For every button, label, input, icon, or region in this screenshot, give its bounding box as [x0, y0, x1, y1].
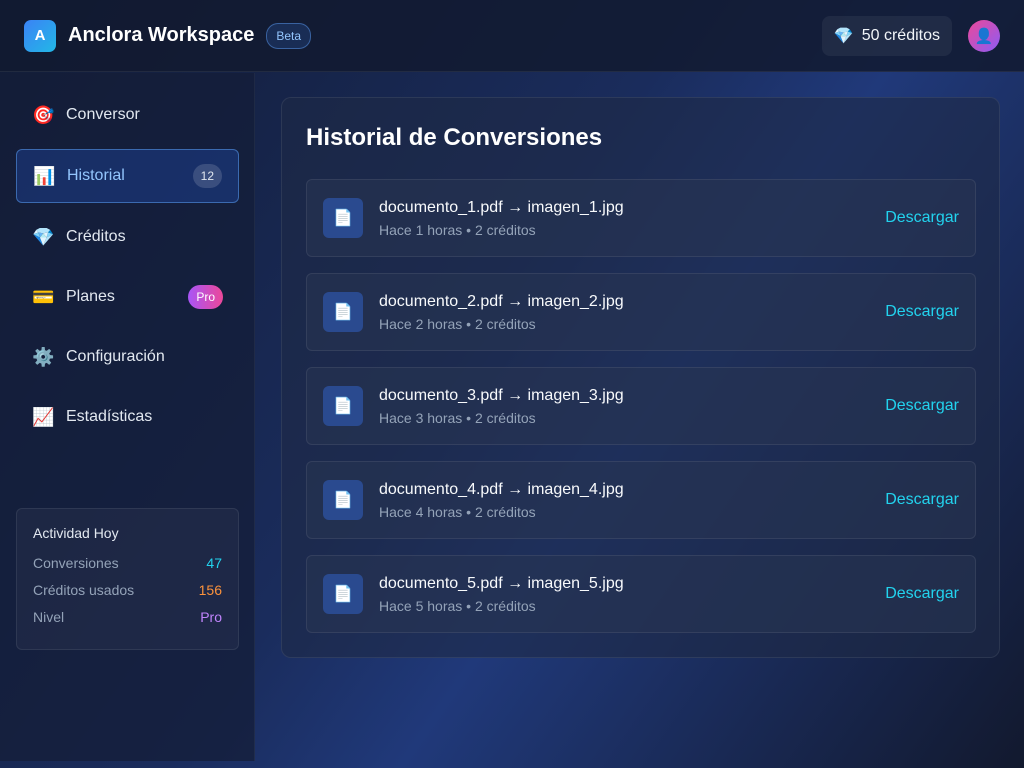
gear-icon: ⚙️: [32, 346, 55, 367]
top-header: A Anclora Workspace Beta 💎 50 créditos 👤: [0, 0, 1024, 72]
user-avatar-icon[interactable]: 👤: [968, 19, 1000, 52]
conversion-info: documento_4.pdf → imagen_4.jpg Hace 4 ho…: [379, 481, 885, 520]
brand: A Anclora Workspace Beta: [24, 19, 312, 52]
conversion-meta: Hace 5 horas • 2 créditos: [379, 597, 536, 614]
sidebar-item-creditos[interactable]: 💎 Créditos: [16, 210, 239, 264]
stat-label: Conversiones: [33, 555, 119, 571]
conversion-meta: Hace 2 horas • 2 créditos: [379, 315, 536, 332]
conversion-name: documento_3.pdf → imagen_3.jpg: [379, 386, 624, 404]
conversion-meta: Hace 4 horas • 2 créditos: [379, 503, 536, 520]
gem-icon: 💎: [833, 27, 854, 45]
sidebar-item-label: Configuración: [66, 348, 165, 365]
sidebar-item-planes[interactable]: 💳 Planes Pro: [16, 270, 239, 324]
stat-row-credits-used: Créditos usados 156: [33, 582, 222, 598]
credits-balance-button[interactable]: 💎 50 créditos: [821, 15, 952, 56]
download-button[interactable]: Descargar: [885, 397, 959, 415]
conversion-info: documento_2.pdf → imagen_2.jpg Hace 2 ho…: [379, 293, 885, 332]
trending-up-icon: 📈: [32, 406, 55, 427]
stat-value: 47: [206, 555, 222, 571]
download-button[interactable]: Descargar: [885, 303, 959, 321]
sidebar-item-label: Historial: [67, 167, 125, 184]
stat-row-conversions: Conversiones 47: [33, 555, 222, 571]
conversion-meta: Hace 3 horas • 2 créditos: [379, 409, 536, 426]
gem-icon: 💎: [32, 226, 55, 247]
stat-value: 156: [198, 582, 222, 598]
document-icon: 📄: [323, 386, 363, 426]
document-icon: 📄: [323, 574, 363, 614]
download-button[interactable]: Descargar: [885, 491, 959, 509]
stat-value: Pro: [200, 609, 222, 625]
pro-badge: Pro: [188, 285, 223, 309]
stat-label: Nivel: [33, 609, 65, 625]
download-button[interactable]: Descargar: [885, 209, 959, 227]
target-icon: 🎯: [32, 104, 55, 125]
sidebar-item-configuracion[interactable]: ⚙️ Configuración: [16, 330, 239, 384]
sidebar-item-label: Estadísticas: [66, 408, 153, 425]
sidebar-item-label: Planes: [66, 288, 115, 305]
sidebar: 🎯 Conversor 📊 Historial 12 💎 Créditos 💳 …: [0, 73, 255, 761]
app-logo[interactable]: A: [24, 19, 56, 52]
conversion-name: documento_4.pdf → imagen_4.jpg: [379, 480, 624, 498]
bar-chart-icon: 📊: [33, 165, 56, 186]
stat-label: Créditos usados: [33, 582, 135, 598]
conversion-meta: Hace 1 horas • 2 créditos: [379, 221, 536, 238]
document-icon: 📄: [323, 292, 363, 332]
conversion-row: 📄 documento_2.pdf → imagen_2.jpg Hace 2 …: [306, 273, 976, 351]
conversion-info: documento_3.pdf → imagen_3.jpg Hace 3 ho…: [379, 387, 885, 426]
history-count-badge: 12: [192, 164, 222, 188]
conversion-row: 📄 documento_3.pdf → imagen_3.jpg Hace 3 …: [306, 367, 976, 445]
download-button[interactable]: Descargar: [885, 585, 959, 603]
page-title: Historial de Conversiones: [306, 124, 603, 151]
app-title: Anclora Workspace: [68, 24, 255, 46]
sidebar-item-conversor[interactable]: 🎯 Conversor: [16, 88, 239, 142]
beta-badge: Beta: [266, 22, 312, 49]
history-panel: Historial de Conversiones 📄 documento_1.…: [281, 97, 1000, 658]
credit-card-icon: 💳: [32, 286, 55, 307]
document-icon: 📄: [323, 198, 363, 238]
activity-title: Actividad Hoy: [33, 525, 119, 541]
header-actions: 💎 50 créditos 👤: [821, 15, 1000, 56]
sidebar-item-label: Conversor: [66, 106, 140, 123]
sidebar-item-label: Créditos: [66, 228, 126, 245]
sidebar-item-estadisticas[interactable]: 📈 Estadísticas: [16, 390, 239, 444]
conversion-name: documento_2.pdf → imagen_2.jpg: [379, 292, 624, 310]
activity-card: Actividad Hoy Conversiones 47 Créditos u…: [16, 508, 239, 650]
conversion-info: documento_1.pdf → imagen_1.jpg Hace 1 ho…: [379, 199, 885, 238]
document-icon: 📄: [323, 480, 363, 520]
conversion-name: documento_5.pdf → imagen_5.jpg: [379, 574, 624, 592]
conversion-row: 📄 documento_4.pdf → imagen_4.jpg Hace 4 …: [306, 461, 976, 539]
credits-label: 50 créditos: [861, 26, 940, 44]
conversion-row: 📄 documento_5.pdf → imagen_5.jpg Hace 5 …: [306, 555, 976, 633]
stat-row-level: Nivel Pro: [33, 609, 222, 625]
conversion-info: documento_5.pdf → imagen_5.jpg Hace 5 ho…: [379, 575, 885, 614]
conversion-row: 📄 documento_1.pdf → imagen_1.jpg Hace 1 …: [306, 179, 976, 257]
sidebar-item-historial[interactable]: 📊 Historial 12: [16, 149, 239, 203]
conversion-name: documento_1.pdf → imagen_1.jpg: [379, 198, 624, 216]
